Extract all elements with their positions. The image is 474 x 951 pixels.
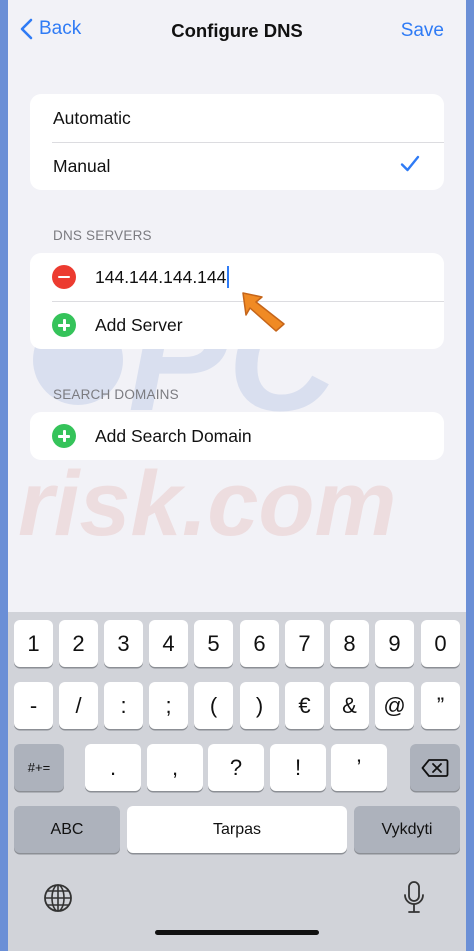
return-key[interactable]: Vykdyti (354, 806, 460, 853)
key-6[interactable]: 6 (240, 620, 279, 667)
key-period[interactable]: . (85, 744, 141, 791)
key-question[interactable]: ? (208, 744, 264, 791)
option-manual[interactable]: Manual (30, 142, 444, 190)
key-colon[interactable]: : (104, 682, 143, 729)
dns-servers-group: 144.144.144.144 Add Server (30, 253, 444, 349)
navigation-bar: Back Configure DNS Save (8, 0, 466, 62)
plus-icon (58, 319, 70, 331)
add-search-domain-label: Add Search Domain (95, 425, 252, 446)
key-open-paren[interactable]: ( (194, 682, 233, 729)
add-server-label: Add Server (95, 314, 183, 335)
globe-icon[interactable] (42, 882, 74, 914)
key-7[interactable]: 7 (285, 620, 324, 667)
key-slash[interactable]: / (59, 682, 98, 729)
key-semicolon[interactable]: ; (149, 682, 188, 729)
phone-screen: PC risk.com Back Configure DNS Save Auto… (8, 0, 466, 951)
minus-icon (58, 275, 70, 279)
orange-arrow-pointer-icon (242, 292, 285, 332)
key-ampersand[interactable]: & (330, 682, 369, 729)
numeric-keyboard: 1 2 3 4 5 6 7 8 9 0 - / : ; ( ) € & @ ” … (8, 612, 466, 951)
key-5[interactable]: 5 (194, 620, 233, 667)
key-abc[interactable]: ABC (14, 806, 120, 853)
key-more-symbols[interactable]: #+= (14, 744, 64, 791)
dns-servers-header: DNS SERVERS (53, 228, 152, 243)
delete-server-button[interactable] (52, 265, 76, 289)
add-server-icon (52, 313, 76, 337)
key-euro[interactable]: € (285, 682, 324, 729)
add-server-row[interactable]: Add Server (30, 301, 444, 349)
text-cursor (227, 266, 230, 288)
space-bar[interactable]: Tarpas (127, 806, 347, 853)
option-automatic-label: Automatic (53, 107, 131, 128)
home-indicator (155, 930, 319, 935)
page-title: Configure DNS (171, 20, 303, 41)
add-domain-icon (52, 424, 76, 448)
dns-mode-group: Automatic Manual (30, 94, 444, 190)
backspace-icon (421, 758, 449, 777)
key-2[interactable]: 2 (59, 620, 98, 667)
save-button[interactable]: Save (401, 20, 444, 42)
key-0[interactable]: 0 (421, 620, 460, 667)
key-4[interactable]: 4 (149, 620, 188, 667)
key-1[interactable]: 1 (14, 620, 53, 667)
key-apostrophe[interactable]: ’ (331, 744, 387, 791)
option-automatic[interactable]: Automatic (30, 94, 444, 142)
add-search-domain-row[interactable]: Add Search Domain (30, 412, 444, 460)
key-quote[interactable]: ” (421, 682, 460, 729)
dns-server-row[interactable]: 144.144.144.144 (30, 253, 444, 301)
key-at[interactable]: @ (375, 682, 414, 729)
microphone-icon[interactable] (402, 880, 426, 916)
key-close-paren[interactable]: ) (240, 682, 279, 729)
key-comma[interactable]: , (147, 744, 203, 791)
option-manual-label: Manual (53, 155, 111, 176)
backspace-button[interactable] (410, 744, 460, 791)
key-hyphen[interactable]: - (14, 682, 53, 729)
key-exclamation[interactable]: ! (270, 744, 326, 791)
search-domains-group: Add Search Domain (30, 412, 444, 460)
dns-server-input[interactable]: 144.144.144.144 (95, 267, 226, 288)
checkmark-icon (400, 155, 420, 172)
search-domains-header: SEARCH DOMAINS (53, 387, 179, 402)
key-3[interactable]: 3 (104, 620, 143, 667)
key-9[interactable]: 9 (375, 620, 414, 667)
key-8[interactable]: 8 (330, 620, 369, 667)
plus-icon (58, 430, 70, 442)
watermark-risk: risk.com (18, 453, 396, 555)
